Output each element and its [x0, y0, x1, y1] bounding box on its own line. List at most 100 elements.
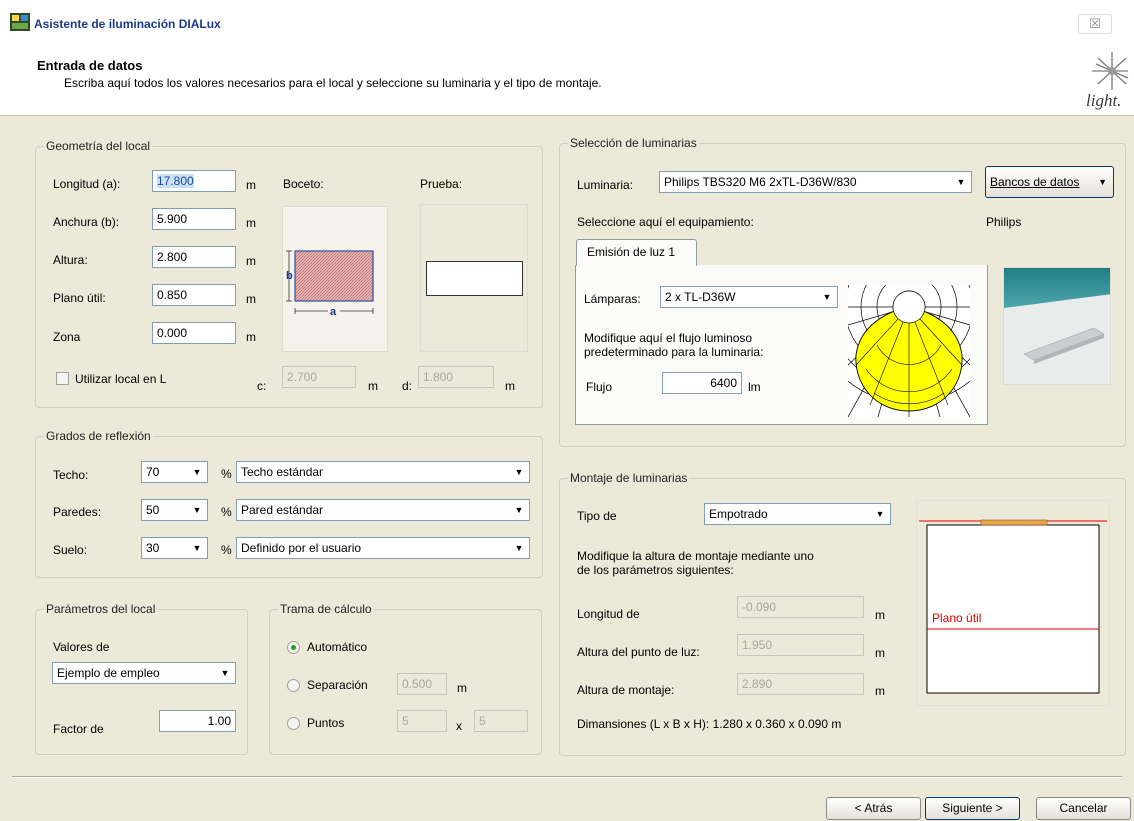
ceiling-preset-select[interactable]: Techo estándar ▼ [236, 461, 530, 483]
width-input[interactable]: 5.900 [152, 208, 236, 230]
chevron-down-icon: ▼ [822, 292, 832, 302]
room-preview [420, 204, 528, 352]
walls-reflectance-select[interactable]: 50 ▼ [141, 499, 208, 521]
tab-light-emission-1[interactable]: Emisión de luz 1 [576, 239, 697, 266]
group-title: Parámetros del local [44, 602, 158, 616]
page-subtitle: Escriba aquí todos los valores necesario… [64, 76, 602, 90]
light-distribution-diagram [812, 210, 1006, 418]
points-x-input[interactable]: 5 [397, 710, 447, 732]
next-button[interactable]: Siguiente > [925, 797, 1020, 820]
workplane-input[interactable]: 0.850 [152, 284, 236, 306]
light-logo-icon: light. [1086, 52, 1129, 110]
equipment-label: Seleccione aquí el equipamiento: [577, 215, 754, 229]
lightpoint-unit: m [875, 646, 885, 660]
dimensions-text: Dimansiones (L x B x H): 1.280 x 0.360 x… [577, 717, 842, 731]
mount-hint-1: Modifique la altura de montaje mediante … [577, 549, 814, 563]
luminaire-label: Luminaria: [577, 178, 634, 192]
separation-radio[interactable] [287, 679, 300, 692]
mount-type-select[interactable]: Empotrado ▼ [704, 503, 891, 525]
footer-separator [12, 776, 1122, 778]
lightpoint-input[interactable]: 1.950 [737, 634, 864, 656]
chevron-down-icon: ▼ [192, 467, 202, 477]
mount-length-unit: m [875, 608, 885, 622]
points-y-input[interactable]: 5 [474, 710, 528, 732]
flux-hint-2: predeterminado para la luminaria: [584, 345, 764, 359]
mount-height-input[interactable]: 2.890 [737, 673, 864, 695]
chevron-down-icon: ▼ [514, 543, 524, 553]
mount-height-label: Altura de montaje: [577, 683, 675, 697]
window-title: Asistente de iluminación DIALux [34, 17, 221, 31]
group-title: Geometría del local [44, 139, 153, 153]
mount-length-input[interactable]: -0.090 [737, 596, 864, 618]
luminaire-select[interactable]: Philips TBS320 M6 2xTL-D36W/830 ▼ [659, 171, 972, 193]
flux-input[interactable]: 6400 [662, 372, 742, 394]
ceiling-label: Techo: [53, 468, 89, 482]
separation-input[interactable]: 0.500 [397, 673, 447, 695]
ceiling-reflectance-select[interactable]: 70 ▼ [141, 461, 208, 483]
walls-preset-select[interactable]: Pared estándar ▼ [236, 499, 530, 521]
group-title: Trama de cálculo [278, 602, 374, 616]
chevron-down-icon: ▼ [956, 177, 966, 187]
auto-label: Automático [307, 640, 368, 654]
zone-unit: m [246, 330, 256, 344]
floor-reflectance-select[interactable]: 30 ▼ [141, 537, 208, 559]
auto-radio[interactable] [287, 641, 300, 654]
factor-input[interactable]: 1.00 [159, 710, 236, 732]
lamps-select[interactable]: 2 x TL-D36W ▼ [660, 286, 838, 308]
c-input[interactable]: 2.700 [282, 366, 356, 388]
chevron-down-icon: ▼ [192, 505, 202, 515]
points-by-label: x [456, 719, 462, 733]
luminaire-image [1003, 267, 1111, 385]
c-label: c: [257, 379, 267, 393]
percent-sign: % [221, 505, 232, 519]
lightpoint-label: Altura del punto de luz: [577, 645, 700, 659]
flux-hint-1: Modifique aquí el flujo luminoso [584, 331, 753, 345]
d-input[interactable]: 1.800 [418, 366, 494, 388]
chevron-down-icon: ▼ [514, 505, 524, 515]
width-label: Anchura (b): [53, 215, 120, 229]
group-title: Montaje de luminarias [568, 471, 690, 485]
brand-label: Philips [986, 215, 1022, 229]
length-unit: m [246, 178, 256, 192]
workplane-diagram-label: Plano útil [932, 611, 982, 625]
group-title: Grados de reflexión [44, 429, 153, 443]
preview-label: Prueba: [420, 177, 463, 191]
factor-label: Factor de [53, 722, 104, 736]
databases-button[interactable]: Bancos de datos ▼ [985, 166, 1114, 198]
lshape-checkbox[interactable] [56, 372, 69, 385]
values-label: Valores de [53, 640, 110, 654]
lamps-label: Lámparas: [584, 292, 641, 306]
flux-unit: lm [748, 380, 761, 394]
points-radio[interactable] [287, 717, 300, 730]
workplane-label: Plano útil: [53, 291, 106, 305]
mount-type-label: Tipo de [577, 509, 617, 523]
mount-height-unit: m [875, 684, 885, 698]
percent-sign: % [221, 543, 232, 557]
sketch-a-label: a [330, 306, 337, 318]
back-button[interactable]: < Atrás [826, 797, 921, 820]
mounting-diagram: Plano útil [916, 500, 1110, 706]
chevron-down-icon: ▼ [1098, 177, 1107, 187]
room-sketch: b a [282, 206, 388, 352]
sketch-label: Boceto: [283, 177, 324, 191]
floor-preset-select[interactable]: Definido por el usuario ▼ [236, 537, 530, 559]
zone-label: Zona [53, 330, 81, 344]
group-title: Selección de luminarias [568, 136, 699, 150]
sketch-b-label: b [286, 270, 293, 282]
d-unit: m [505, 379, 515, 393]
cancel-button[interactable]: Cancelar [1036, 797, 1131, 820]
height-input[interactable]: 2.800 [152, 246, 236, 268]
width-unit: m [246, 216, 256, 230]
lshape-label: Utilizar local en L [75, 372, 167, 386]
page-title: Entrada de datos [37, 58, 143, 73]
points-label: Puntos [307, 716, 345, 730]
height-label: Altura: [53, 253, 88, 267]
chevron-down-icon: ▼ [875, 509, 885, 519]
zone-input[interactable]: 0.000 [152, 322, 236, 344]
mount-length-label: Longitud de [577, 607, 640, 621]
d-label: d: [402, 379, 413, 393]
values-select[interactable]: Ejemplo de empleo ▼ [52, 662, 236, 684]
chevron-down-icon: ▼ [192, 543, 202, 553]
close-icon[interactable]: ☒ [1078, 14, 1112, 34]
length-input[interactable]: 17.800 [152, 170, 236, 192]
